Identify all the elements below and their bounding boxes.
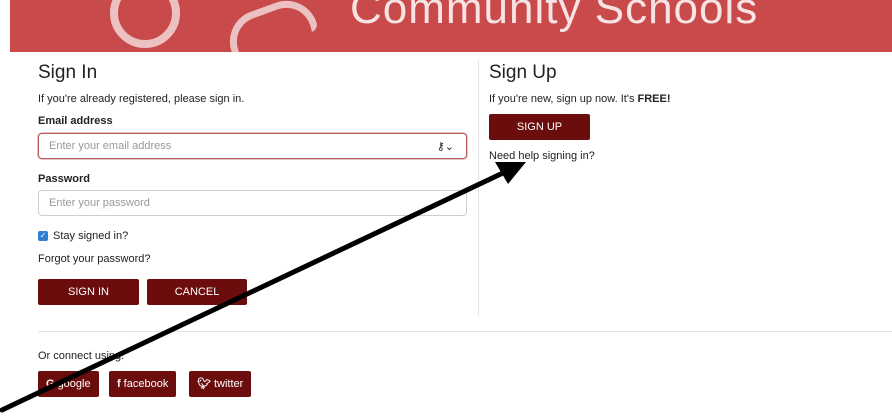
annotation-arrow-icon	[0, 162, 526, 413]
